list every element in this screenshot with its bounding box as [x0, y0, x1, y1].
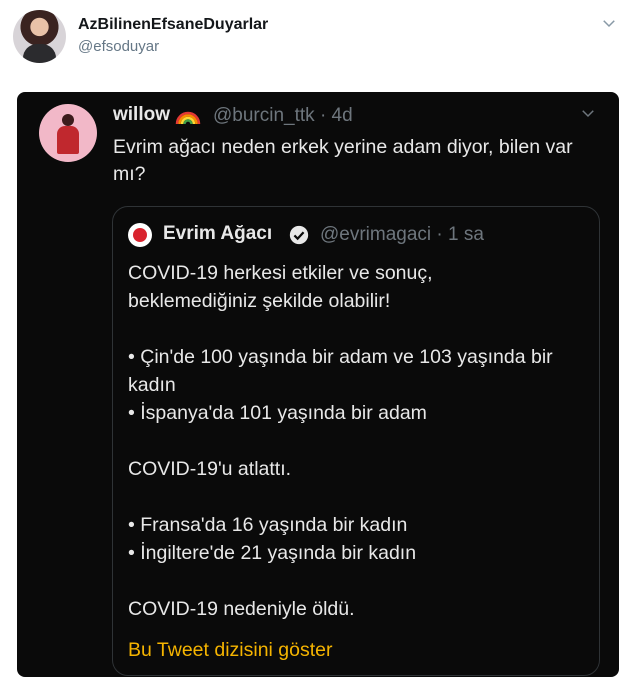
tweet-text: Evrim ağacı neden erkek yerine adam diyo…: [113, 136, 573, 185]
avatar[interactable]: [13, 10, 66, 63]
show-thread-link: Bu Tweet dizisini göster: [128, 639, 333, 661]
handle-and-time: @burcin_ttk · 4d: [213, 105, 353, 126]
quoted-handle-and-time: @evrimagaci · 1 sa: [320, 224, 484, 245]
evrim-agaci-logo-icon: [128, 223, 152, 247]
quoted-display-name: Evrim Ağacı: [163, 223, 273, 244]
display-name: willow: [113, 104, 170, 125]
chevron-down-icon: [582, 110, 594, 118]
quoted-tweet: Evrim Ağacı @evrimagaci · 1 sa COVID-19 …: [112, 206, 600, 676]
quoted-tweet-text: COVID-19 herkesi etkiler ve sonuç, bekle…: [128, 262, 553, 620]
verified-badge-icon: [289, 225, 309, 245]
chevron-down-icon[interactable]: [600, 14, 618, 32]
outer-tweet-header: AzBilinenEfsaneDuyarlar @efsoduyar: [0, 0, 635, 80]
user-handle[interactable]: @efsoduyar: [78, 38, 159, 55]
rainbow-icon: [175, 111, 201, 125]
display-name[interactable]: AzBilinenEfsaneDuyarlar: [78, 16, 268, 34]
avatar: [39, 104, 97, 162]
tweet-screenshot-image: willow @burcin_ttk · 4d Evrim ağacı nede…: [17, 92, 619, 677]
